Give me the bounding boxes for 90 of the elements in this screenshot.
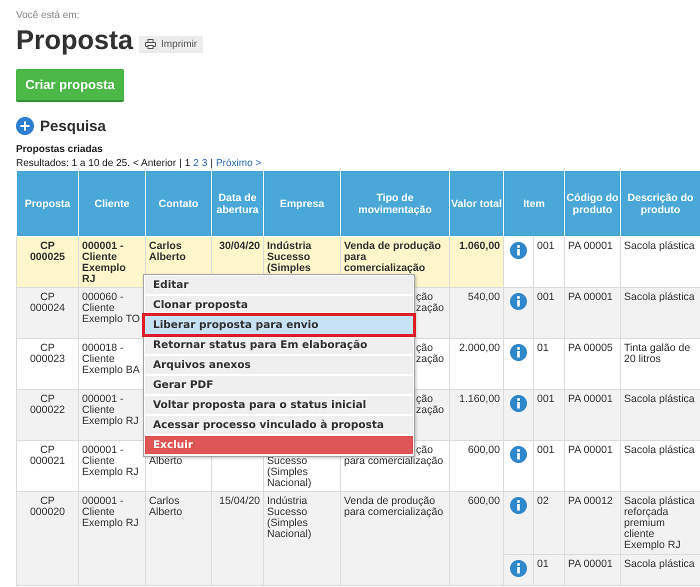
table-cell: PA 00012 — [564, 492, 620, 554]
search-toggle[interactable]: Pesquisa — [40, 118, 106, 134]
results-summary: Resultados: 1 a 10 de 25. — [16, 158, 130, 171]
cell-text: ção — [415, 292, 434, 303]
printer-icon — [145, 39, 156, 49]
table-cell: 000060 - Cliente Exemplo TO — [78, 288, 146, 338]
table-cell: PA 00001 — [564, 390, 620, 440]
table-cell: 540,00 — [450, 288, 504, 338]
info-icon[interactable] — [510, 242, 527, 259]
table-cell: Indústria Sucesso (Simples Nacional) — [264, 492, 340, 586]
cell-text: zação — [415, 354, 446, 365]
column-header: Proposta — [16, 170, 78, 236]
table-cell: 001 — [534, 390, 564, 440]
column-header: Item — [504, 170, 564, 236]
table-cell: 02 — [534, 492, 564, 554]
table-cell: CP 000024 — [16, 288, 78, 338]
table-cell: Sacola plástica — [620, 236, 700, 288]
info-icon[interactable] — [510, 293, 527, 310]
separator: | — [179, 158, 182, 171]
table-cell: CP 000022 — [16, 390, 78, 440]
table-cell: CP 000021 — [16, 440, 78, 492]
table-cell: Sacola plástica — [620, 440, 700, 492]
cell-text: zação — [415, 405, 446, 416]
info-icon[interactable] — [510, 446, 527, 463]
next-link[interactable]: Próximo > — [216, 158, 262, 172]
table-cell: 1.160,00 — [450, 390, 504, 440]
table-cell: 1.060,00 — [450, 236, 504, 288]
table-cell: PA 00001 — [564, 554, 620, 586]
table-cell: 600,00 — [450, 440, 504, 492]
menu-item[interactable]: Retornar status para Em elaboração — [145, 336, 413, 354]
table-cell: Sacola plástica — [620, 390, 700, 440]
menu-item[interactable]: Voltar proposta para o status inicial — [145, 396, 413, 414]
table-cell: PA 00001 — [564, 440, 620, 492]
info-icon[interactable] — [510, 497, 527, 514]
table-cell: 2.000,00 — [450, 338, 504, 390]
menu-item[interactable]: Arquivos anexos — [145, 356, 413, 374]
table-cell: CP 000020 — [16, 492, 78, 586]
table-cell: 000001 - Cliente Exemplo RJ — [78, 236, 146, 288]
table-cell: 01 — [534, 554, 564, 586]
table-cell: 000018 - Cliente Exemplo BA — [78, 338, 146, 390]
info-icon[interactable] — [510, 560, 527, 577]
menu-item[interactable]: Acessar processo vinculado à proposta — [145, 416, 413, 434]
column-header: Código do produto — [564, 170, 620, 236]
column-header: Cliente — [78, 170, 146, 236]
menu-item[interactable]: Editar — [145, 276, 413, 294]
menu-item[interactable]: Excluir — [145, 436, 413, 454]
column-header: Contato — [146, 170, 212, 236]
table-cell: Carlos Alberto — [146, 492, 212, 586]
column-header: Descrição do produto — [620, 170, 700, 236]
column-header: Tipo de movimentação — [340, 170, 450, 236]
table-cell: 001 — [534, 288, 564, 338]
page-link[interactable]: 3 — [202, 158, 208, 172]
column-header: Valor total — [450, 170, 504, 236]
page-title: Proposta — [16, 25, 134, 55]
menu-item[interactable]: Gerar PDF — [145, 376, 413, 394]
table-cell: Sacola plástica reforçada premium cliente Exemplo RJ — [620, 492, 700, 554]
table-cell: PA 00001 — [564, 288, 620, 338]
column-header: Empresa — [264, 170, 340, 236]
plus-icon[interactable] — [16, 117, 34, 135]
table-cell: Venda de produção para comercialização — [340, 492, 450, 586]
table-cell: 001 — [534, 440, 564, 492]
menu-item[interactable]: Clonar proposta — [145, 296, 413, 314]
table-cell: 001 — [534, 236, 564, 288]
table-cell: 000001 - Cliente Exemplo RJ — [78, 440, 146, 492]
cell-text: ção — [415, 445, 434, 456]
table-cell: 01 — [534, 338, 564, 390]
cell-text: zação — [415, 303, 446, 314]
section-title: Propostas criadas — [16, 144, 104, 155]
table-cell: CP 000025 — [16, 236, 78, 288]
info-icon[interactable] — [510, 344, 527, 361]
table-cell: 000001 - Cliente Exemplo RJ — [78, 390, 146, 440]
table-cell: 600,00 — [450, 492, 504, 586]
info-icon[interactable] — [510, 395, 527, 412]
cell-text: para comercialização — [344, 456, 444, 467]
previous-link[interactable]: < Anterior — [132, 158, 176, 172]
breadcrumb-label: Você está em: — [16, 10, 80, 23]
table-cell: PA 00001 — [564, 236, 620, 288]
table-cell: CP 000023 — [16, 338, 78, 390]
table-cell: 000001 - Cliente Exemplo RJ — [78, 492, 146, 586]
page-link[interactable]: 2 — [193, 158, 199, 172]
menu-item[interactable]: Liberar proposta para envio — [145, 316, 413, 334]
table-cell: 15/04/20 — [212, 492, 264, 586]
column-header: Data de abertura — [212, 170, 264, 236]
table-cell: Tinta galão de 20 litros — [620, 338, 700, 390]
page-link[interactable]: 1 — [184, 158, 190, 172]
separator: | — [210, 158, 213, 171]
print-button[interactable]: Imprimir — [139, 36, 204, 52]
table-cell: Sacola plástica — [620, 288, 700, 338]
table-cell: PA 00005 — [564, 338, 620, 390]
table-cell: Sacola plástica — [620, 554, 700, 586]
